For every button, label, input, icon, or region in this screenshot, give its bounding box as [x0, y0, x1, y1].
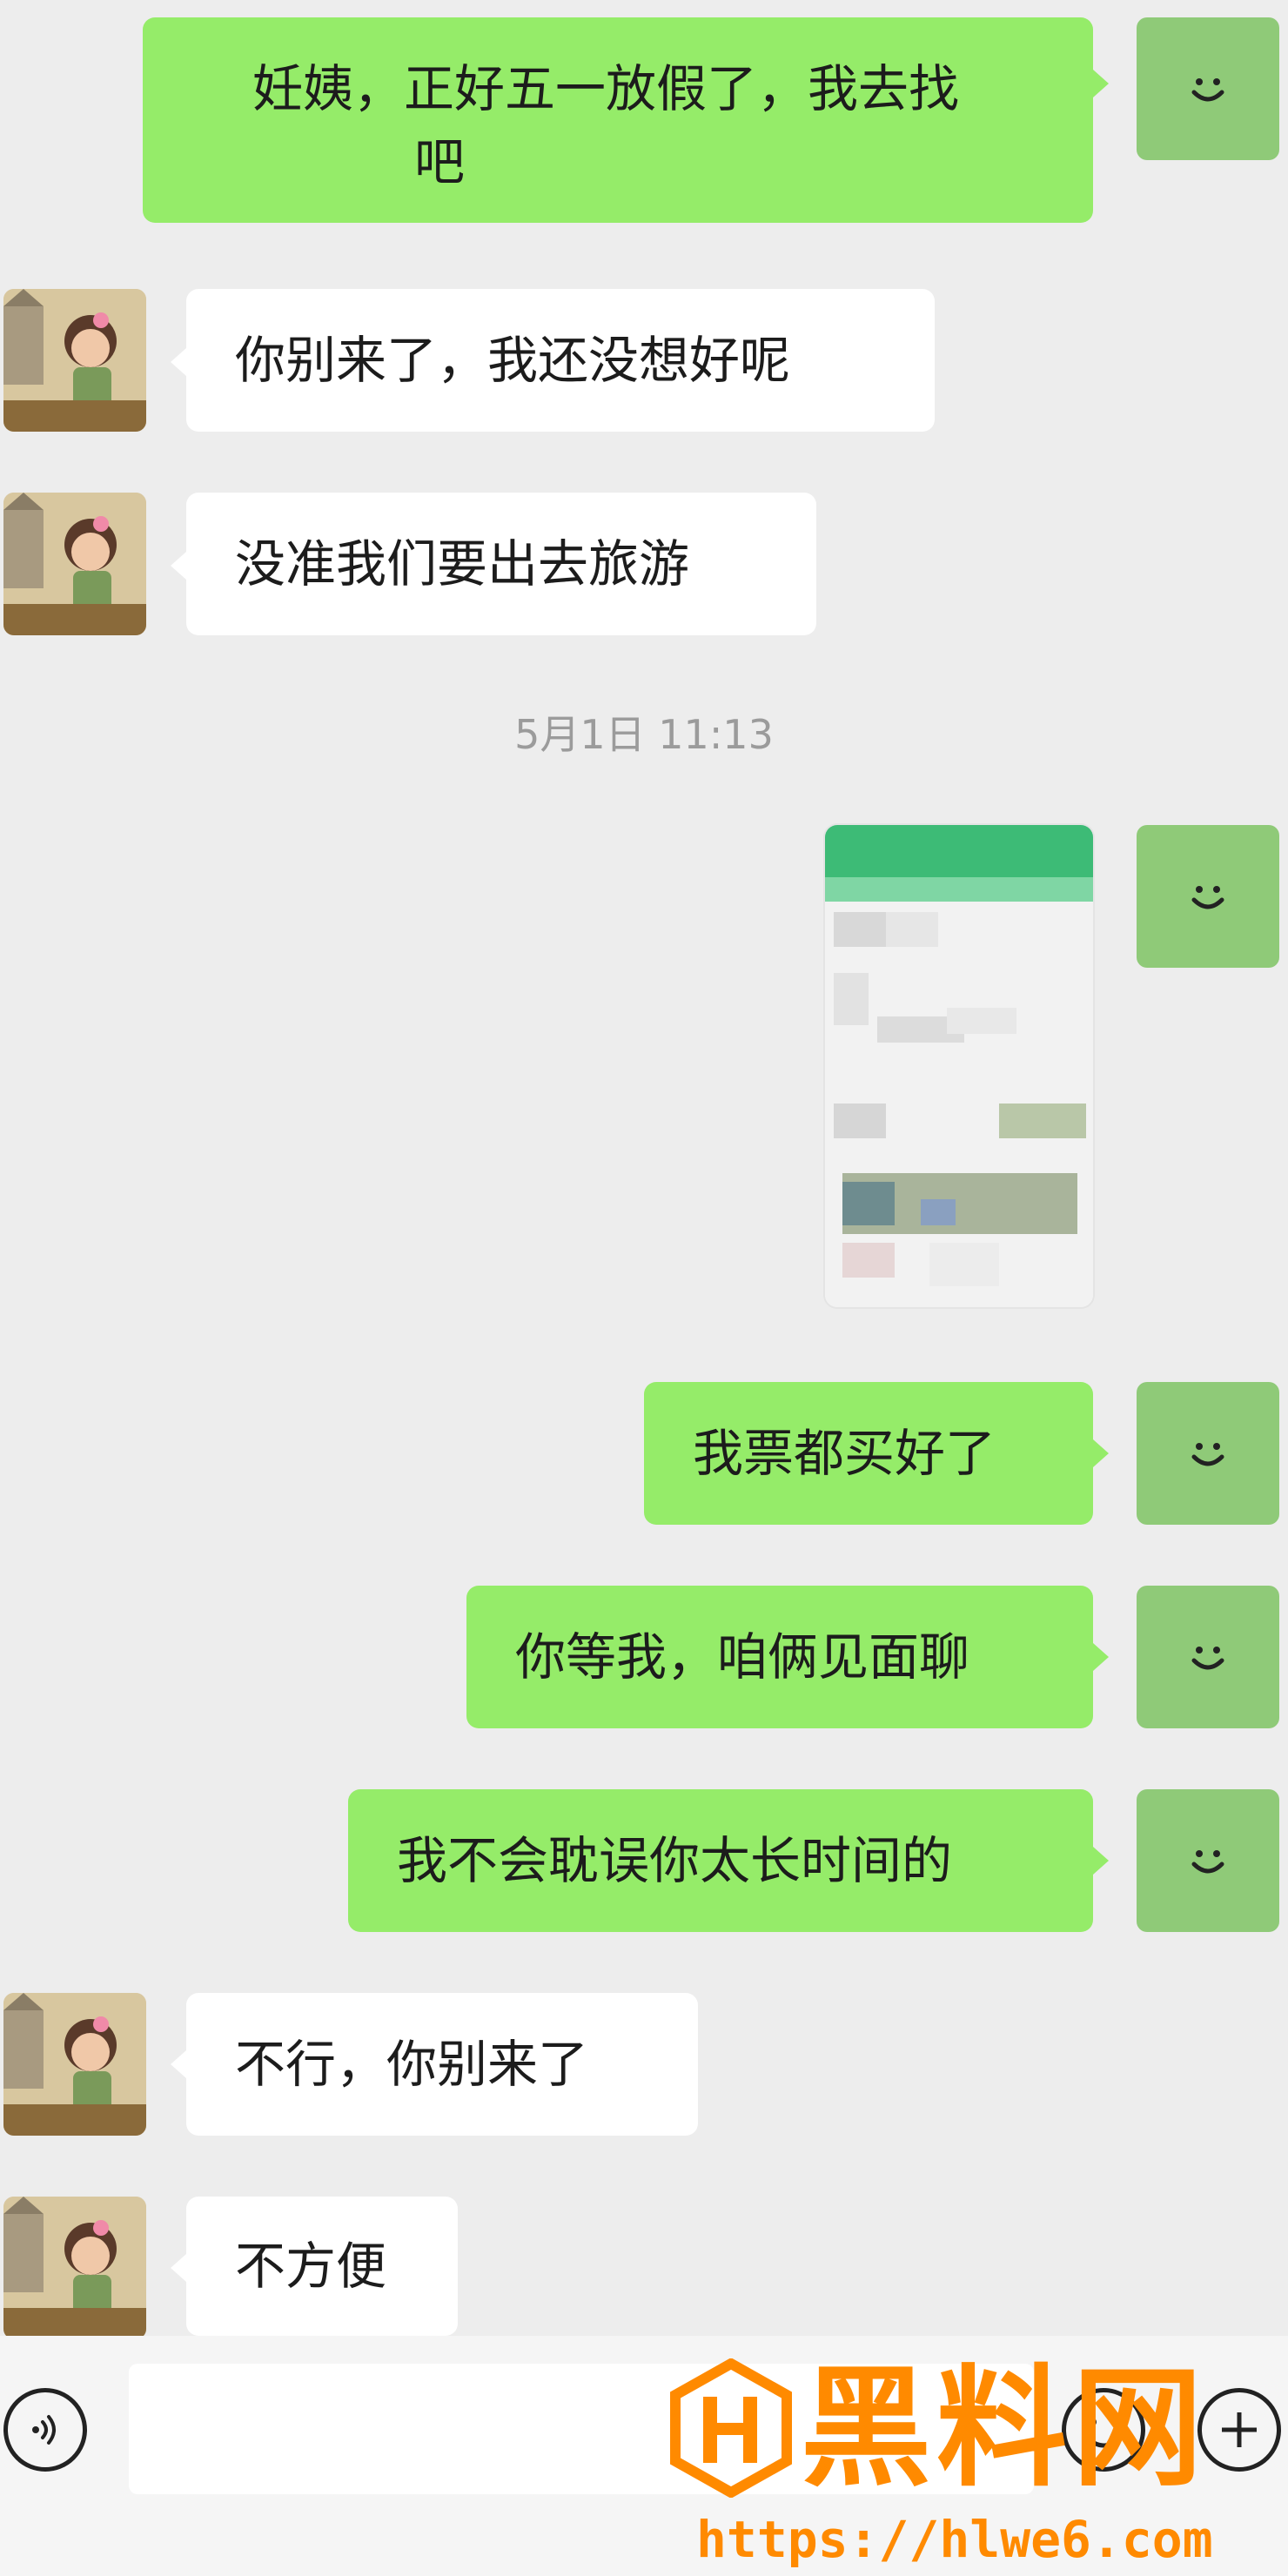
message-bubble-received[interactable]: 没准我们要出去旅游 [186, 493, 816, 635]
watermark-name: 黑料网 [801, 2353, 1209, 2505]
chat-area[interactable]: 妊姨，正好五一放假了，我去找 吧 你别来了，我还没想好呢 没准我们要出去旅游 5… [0, 0, 1288, 2339]
message-timestamp: 5月1日 11:13 [514, 711, 774, 758]
bubble-tail [1093, 70, 1109, 97]
bubble-tail [171, 2254, 186, 2282]
my-avatar[interactable] [1137, 1789, 1279, 1932]
message-bubble-sent[interactable]: 你等我，咱俩见面聊 [466, 1586, 1093, 1728]
contact-avatar[interactable] [3, 2197, 146, 2339]
blurred-image [825, 825, 1093, 1307]
watermark-logo [670, 2358, 792, 2498]
message-text: 你等我，咱俩见面聊 [515, 1627, 970, 1687]
smiley-icon [1191, 1850, 1224, 1874]
contact-avatar[interactable] [3, 1993, 146, 2136]
smiley-icon [1191, 1443, 1224, 1466]
message-bubble-received[interactable]: 不方便 [186, 2197, 458, 2336]
smiley-icon [1191, 1647, 1224, 1670]
cartoon-girl-avatar [3, 493, 146, 635]
message-text: 不行，你别来了 [235, 2035, 589, 2094]
bubble-tail [1093, 1643, 1109, 1671]
my-avatar[interactable] [1137, 17, 1279, 160]
message-text: 我票都买好了 [693, 1424, 996, 1483]
message-text: 你别来了，我还没想好呢 [235, 331, 791, 390]
contact-avatar[interactable] [3, 493, 146, 635]
my-avatar[interactable] [1137, 1586, 1279, 1728]
watermark: 黑料网 https://hlwe6.com [670, 2355, 1279, 2573]
message-bubble-sent[interactable]: 我票都买好了 [644, 1382, 1093, 1525]
message-text: 不方便 [235, 2237, 387, 2296]
message-text: 我不会耽误你太长时间的 [397, 1831, 953, 1890]
message-text: 没准我们要出去旅游 [235, 534, 690, 594]
cartoon-girl-avatar [3, 289, 146, 432]
message-bubble-sent[interactable]: 我不会耽误你太长时间的 [348, 1789, 1093, 1932]
watermark-url: https://hlwe6.com [696, 2510, 1213, 2569]
image-message[interactable] [825, 825, 1093, 1307]
message-bubble-sent[interactable]: 妊姨，正好五一放假了，我去找 吧 [143, 17, 1093, 223]
bubble-tail [171, 552, 186, 580]
message-bubble-received[interactable]: 不行，你别来了 [186, 1993, 698, 2136]
message-text: 吧 [414, 132, 466, 191]
voice-icon [32, 2415, 56, 2445]
voice-button[interactable] [3, 2388, 87, 2472]
my-avatar[interactable] [1137, 825, 1279, 968]
cartoon-girl-avatar [3, 2197, 146, 2339]
cartoon-girl-avatar [3, 1993, 146, 2136]
message-bubble-received[interactable]: 你别来了，我还没想好呢 [186, 289, 935, 432]
smiley-icon [1191, 886, 1224, 909]
bubble-tail [1093, 1847, 1109, 1875]
bubble-tail [171, 2050, 186, 2078]
smiley-icon [1191, 78, 1224, 102]
contact-avatar[interactable] [3, 289, 146, 432]
bubble-tail [171, 348, 186, 376]
my-avatar[interactable] [1137, 1382, 1279, 1525]
message-text: 妊姨，正好五一放假了，我去找 [252, 59, 960, 118]
bubble-tail [1093, 1439, 1109, 1467]
